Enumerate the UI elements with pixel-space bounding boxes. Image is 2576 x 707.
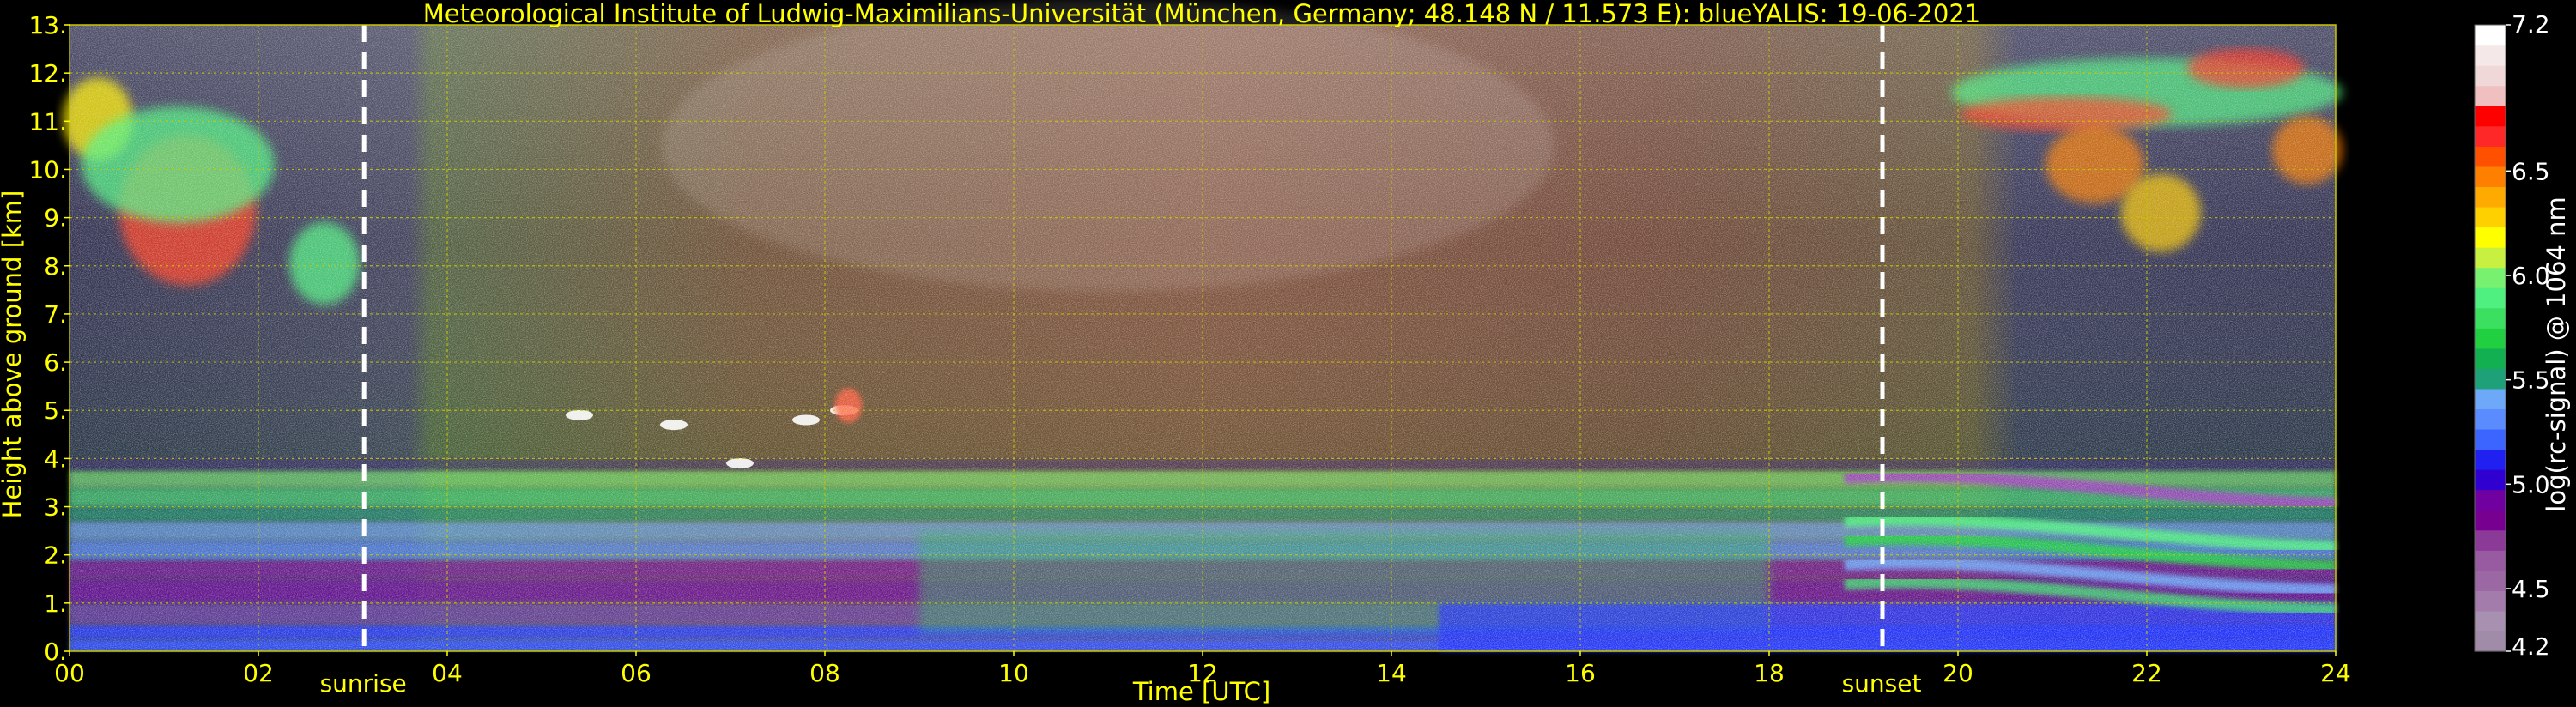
x-tick-label-11: 22 bbox=[2131, 659, 2162, 687]
x-tick-label-1: 02 bbox=[243, 659, 274, 687]
colorbar-block-19 bbox=[2475, 247, 2506, 269]
colorbar-block-11 bbox=[2475, 408, 2506, 430]
colorbar-block-5 bbox=[2475, 529, 2506, 551]
colorbar-block-9 bbox=[2475, 449, 2506, 470]
y-tick-label-1: 1. bbox=[44, 589, 67, 618]
colorbar-tick-label-1: 4.5 bbox=[2512, 575, 2550, 603]
colorbar-tick-label-5: 6.5 bbox=[2512, 157, 2550, 185]
event-label-sunset: sunset bbox=[1842, 669, 1922, 698]
event-label-sunrise: sunrise bbox=[320, 669, 407, 698]
colorbar-block-30 bbox=[2475, 25, 2506, 46]
x-tick-label-9: 18 bbox=[1754, 659, 1785, 687]
event-labels: sunrise sunset bbox=[320, 669, 1922, 698]
colorbar-block-2 bbox=[2475, 590, 2506, 612]
y-axis-label: Height above ground [km] bbox=[0, 190, 27, 519]
y-axis-ticks: 0. 1. 2. 3. 4. 5. 6. 7. 8. 9. 10. 11. 12. 13. bbox=[28, 11, 70, 666]
colorbar-block-3 bbox=[2475, 570, 2506, 591]
y-tick-label-10: 10. bbox=[28, 155, 67, 184]
colorbar-block-14 bbox=[2475, 347, 2506, 369]
colorbar-block-8 bbox=[2475, 469, 2506, 491]
colorbar-block-18 bbox=[2475, 267, 2506, 288]
x-tick-label-8: 16 bbox=[1565, 659, 1596, 687]
y-tick-label-8: 8. bbox=[44, 252, 67, 281]
y-tick-label-13: 13. bbox=[28, 11, 67, 39]
lidar-quicklook-chart: Meteorological Institute of Ludwig-Maxim… bbox=[0, 0, 2571, 706]
y-tick-label-5: 5. bbox=[44, 396, 67, 425]
colorbar-block-1 bbox=[2475, 610, 2506, 632]
x-axis-label: Time [UTC] bbox=[1132, 677, 1270, 706]
x-tick-label-7: 14 bbox=[1376, 659, 1407, 687]
colorbar-tick-label-0: 4.2 bbox=[2512, 632, 2550, 661]
y-tick-label-2: 2. bbox=[44, 541, 67, 570]
colorbar-block-27 bbox=[2475, 85, 2506, 106]
y-tick-label-4: 4. bbox=[44, 444, 67, 473]
y-tick-label-0: 0. bbox=[44, 638, 67, 666]
colorbar-block-7 bbox=[2475, 489, 2506, 511]
colorbar-color-blocks bbox=[2475, 25, 2506, 652]
colorbar-block-17 bbox=[2475, 287, 2506, 309]
colorbar-block-13 bbox=[2475, 368, 2506, 390]
colorbar-block-4 bbox=[2475, 550, 2506, 571]
colorbar-tick-label-6: 7.2 bbox=[2512, 10, 2550, 39]
chart-title: Meteorological Institute of Ludwig-Maxim… bbox=[423, 0, 1981, 28]
colorbar-block-12 bbox=[2475, 388, 2506, 410]
colorbar-block-29 bbox=[2475, 45, 2506, 66]
colorbar-block-26 bbox=[2475, 106, 2506, 127]
colorbar-block-24 bbox=[2475, 146, 2506, 167]
colorbar-block-20 bbox=[2475, 227, 2506, 248]
plot-area bbox=[63, 0, 2343, 652]
colorbar-label: log(rc-signal) @ 1064 nm bbox=[2542, 196, 2571, 511]
colorbar-block-28 bbox=[2475, 65, 2506, 87]
colorbar-block-22 bbox=[2475, 186, 2506, 208]
x-tick-label-2: 04 bbox=[432, 659, 463, 687]
colorbar-block-15 bbox=[2475, 328, 2506, 349]
colorbar-block-23 bbox=[2475, 166, 2506, 187]
colorbar-block-10 bbox=[2475, 428, 2506, 450]
colorbar-block-0 bbox=[2475, 631, 2506, 652]
colorbar-block-6 bbox=[2475, 510, 2506, 531]
y-tick-label-11: 11. bbox=[28, 107, 67, 136]
colorbar-block-16 bbox=[2475, 307, 2506, 329]
x-tick-label-12: 24 bbox=[2320, 659, 2351, 687]
y-tick-label-9: 9. bbox=[44, 204, 67, 233]
y-tick-label-7: 7. bbox=[44, 300, 67, 329]
y-tick-label-12: 12. bbox=[28, 59, 67, 88]
colorbar-block-21 bbox=[2475, 206, 2506, 228]
x-tick-label-3: 06 bbox=[621, 659, 652, 687]
x-tick-label-5: 10 bbox=[998, 659, 1029, 687]
colorbar: 4.24.55.05.56.06.57.2 log(rc-signal) @ 1… bbox=[2474, 10, 2571, 661]
x-tick-label-10: 20 bbox=[1943, 659, 1973, 687]
colorbar-block-25 bbox=[2475, 125, 2506, 147]
y-tick-label-3: 3. bbox=[44, 493, 67, 522]
x-tick-label-4: 08 bbox=[809, 659, 840, 687]
y-tick-label-6: 6. bbox=[44, 348, 67, 377]
